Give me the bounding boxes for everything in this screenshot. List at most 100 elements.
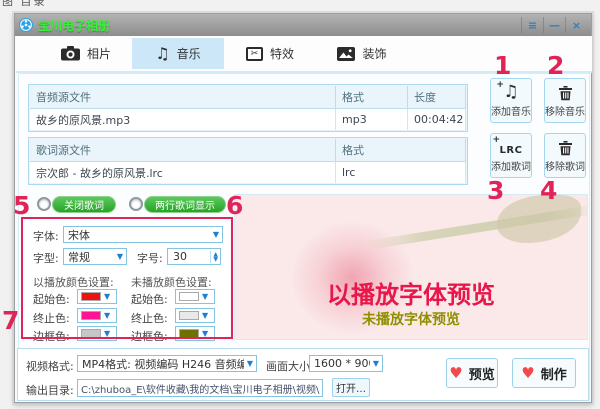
font-family-select[interactable]: 宋体 ▼ xyxy=(63,226,223,243)
unplayed-border-label: 边框色: xyxy=(131,328,168,344)
played-start-color-select[interactable]: ▼ xyxy=(77,289,117,304)
chevron-down-icon: ▼ xyxy=(114,252,126,261)
chevron-down-icon: ▼ xyxy=(104,329,110,338)
played-colors-title: 以播放颜色设置: xyxy=(33,274,114,290)
unplayed-start-label: 起始色: xyxy=(131,291,168,307)
add-lyrics-button[interactable]: LRC + 添加歌词 xyxy=(490,133,532,178)
page: 图 目录 宝川电子相册 ≡ — × xyxy=(0,0,600,409)
color-swatch xyxy=(81,329,101,338)
chevron-down-icon: ▼ xyxy=(370,359,382,368)
font-style-label: 字型: xyxy=(33,250,59,266)
tab-photos-label: 相片 xyxy=(87,45,111,62)
chevron-down-icon: ▼ xyxy=(210,230,222,239)
trash-icon xyxy=(558,83,573,101)
heart-icon: ♥ xyxy=(449,364,462,382)
chevron-down-icon: ▼ xyxy=(202,292,208,301)
lyrics-row-format: lrc xyxy=(336,161,466,183)
make-button-label: 制作 xyxy=(541,364,567,383)
remove-lyrics-button[interactable]: 移除歌词 xyxy=(544,133,586,178)
skin-menu-button[interactable]: ≡ xyxy=(521,17,543,33)
add-music-button[interactable]: ♫ + 添加音乐 xyxy=(490,78,532,123)
music-note-icon: ♫ xyxy=(155,46,169,62)
frame-size-select[interactable]: 1600 * 900 ▼ xyxy=(309,355,383,372)
output-dir-label: 输出目录: xyxy=(26,382,74,398)
remove-lyrics-label: 移除歌词 xyxy=(545,158,585,173)
lyrics-header-source: 歌词源文件 xyxy=(30,139,336,161)
color-swatch xyxy=(179,311,199,320)
lyrics-header-format: 格式 xyxy=(336,139,466,161)
lyrics-table-header: 歌词源文件 格式 xyxy=(30,139,466,161)
remove-music-label: 移除音乐 xyxy=(545,103,585,118)
output-dir-input[interactable] xyxy=(77,379,323,397)
lyric-preview-area: 以播放字体预览 未播放字体预览 xyxy=(234,194,588,340)
add-lyrics-label: 添加歌词 xyxy=(491,158,531,173)
tab-music[interactable]: ♫ 音乐 xyxy=(132,38,224,69)
chevron-down-icon: ▼ xyxy=(104,292,110,301)
font-size-label: 字号: xyxy=(137,250,163,266)
annotation-number-2: 2 xyxy=(547,51,564,80)
minimize-button[interactable]: — xyxy=(543,17,565,33)
audio-header-length: 长度 xyxy=(408,86,466,108)
stepper-arrows-icon[interactable]: ▲ ▼ xyxy=(210,251,220,263)
heart-icon: ♥ xyxy=(521,364,534,382)
annotation-number-7: 7 xyxy=(2,306,19,335)
audio-row-format: mp3 xyxy=(336,108,408,130)
table-row[interactable]: 宗次郎 - 故乡的原风景.lrc lrc xyxy=(30,161,466,183)
played-start-label: 起始色: xyxy=(33,291,70,307)
two-line-toggle[interactable]: 两行歌词显示 xyxy=(144,196,226,213)
annotation-number-3: 3 xyxy=(487,176,504,205)
played-font-preview-text: 以播放字体预览 xyxy=(235,275,587,310)
audio-table-header: 音频源文件 格式 长度 xyxy=(30,86,466,108)
trash-icon xyxy=(558,138,573,156)
tab-photos[interactable]: 相片 xyxy=(40,38,132,69)
lyrics-file-table: 歌词源文件 格式 宗次郎 - 故乡的原风景.lrc lrc xyxy=(28,137,468,185)
chevron-down-icon: ▼ xyxy=(104,311,110,320)
remove-music-button[interactable]: 移除音乐 xyxy=(544,78,586,123)
open-folder-button[interactable]: 打开… xyxy=(332,378,370,397)
color-swatch xyxy=(81,311,101,320)
close-lyrics-radio[interactable] xyxy=(37,197,51,211)
unplayed-border-color-select[interactable]: ▼ xyxy=(175,326,215,341)
chevron-down-icon: ▼ xyxy=(202,311,208,320)
chevron-down-icon: ▼ xyxy=(202,329,208,338)
preview-button-label: 预览 xyxy=(469,364,495,383)
make-button[interactable]: ♥ 制作 xyxy=(512,358,576,388)
played-end-color-select[interactable]: ▼ xyxy=(77,308,117,323)
font-label: 字体: xyxy=(33,228,59,244)
color-swatch xyxy=(179,329,199,338)
scissors-icon: ✂ xyxy=(246,47,263,61)
close-lyrics-label: 关闭歌词 xyxy=(64,197,104,212)
tab-decorations-label: 装饰 xyxy=(362,45,386,62)
close-button[interactable]: × xyxy=(565,17,587,33)
video-format-select[interactable]: MP4格式: 视频编码 H246 音频编码 ACC ▼ xyxy=(77,355,257,372)
color-swatch xyxy=(179,292,199,301)
app-reel-icon xyxy=(19,18,33,32)
unplayed-colors-title: 未播放颜色设置: xyxy=(131,274,212,290)
audio-header-source: 音频源文件 xyxy=(30,86,336,108)
close-lyrics-toggle[interactable]: 关闭歌词 xyxy=(52,196,116,213)
annotation-number-6: 6 xyxy=(226,191,243,220)
tab-music-label: 音乐 xyxy=(177,45,201,62)
add-music-label: 添加音乐 xyxy=(491,103,531,118)
unplayed-end-color-select[interactable]: ▼ xyxy=(175,308,215,323)
font-style-select[interactable]: 常规 ▼ xyxy=(63,248,127,265)
annotation-number-1: 1 xyxy=(494,51,511,80)
tab-effects[interactable]: ✂ 特效 xyxy=(224,38,316,69)
unplayed-start-color-select[interactable]: ▼ xyxy=(175,289,215,304)
camera-icon xyxy=(61,46,80,61)
two-line-radio[interactable] xyxy=(129,197,143,211)
window-title: 宝川电子相册 xyxy=(38,17,110,34)
table-row[interactable]: 故乡的原风景.mp3 mp3 00:04:42 xyxy=(30,108,466,130)
audio-row-length: 00:04:42 xyxy=(408,108,466,130)
tab-decorations[interactable]: 装饰 xyxy=(316,38,408,69)
unplayed-font-preview-text: 未播放字体预览 xyxy=(235,309,587,329)
tab-effects-label: 特效 xyxy=(270,45,294,62)
played-border-color-select[interactable]: ▼ xyxy=(77,326,117,341)
preview-button[interactable]: ♥ 预览 xyxy=(446,358,498,388)
annotation-number-4: 4 xyxy=(540,176,557,205)
font-size-stepper[interactable]: 30 ▲ ▼ xyxy=(167,248,221,265)
lrc-icon: LRC + xyxy=(500,138,523,156)
played-border-label: 边框色: xyxy=(33,328,70,344)
picture-icon xyxy=(337,47,355,61)
audio-row-source: 故乡的原风景.mp3 xyxy=(30,108,336,130)
